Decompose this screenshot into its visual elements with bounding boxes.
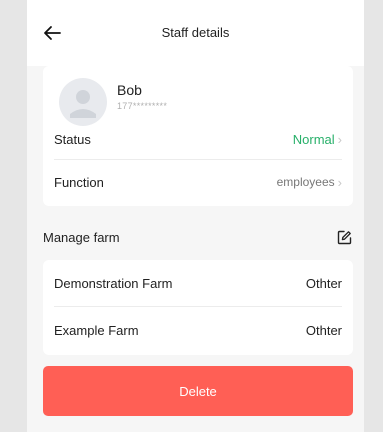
farm-row[interactable]: Example Farm Othter xyxy=(54,307,342,354)
manage-farm-title: Manage farm xyxy=(43,229,120,245)
function-value: employees xyxy=(276,175,335,189)
profile: Bob 177********* xyxy=(43,66,353,126)
status-label: Status xyxy=(54,132,91,147)
manage-farm-header: Manage farm xyxy=(43,228,353,246)
avatar xyxy=(59,78,107,126)
edit-farm-button[interactable] xyxy=(335,228,353,246)
farm-name: Demonstration Farm xyxy=(54,275,173,291)
farm-role: Othter xyxy=(305,323,342,338)
user-avatar-icon xyxy=(70,90,96,118)
page-title: Staff details xyxy=(161,25,230,40)
delete-button[interactable]: Delete xyxy=(43,366,353,416)
status-value: Normal xyxy=(292,132,335,147)
status-row[interactable]: Status Normal › xyxy=(54,120,342,160)
user-name: Bob xyxy=(117,82,142,98)
chevron-right-icon: › xyxy=(337,174,342,190)
function-row[interactable]: Function employees › xyxy=(43,160,353,204)
farm-role: Othter xyxy=(305,275,342,291)
farm-row[interactable]: Demonstration Farm Othter xyxy=(54,260,342,307)
chevron-right-icon: › xyxy=(337,132,342,147)
farm-list-card: Demonstration Farm Othter Example Farm O… xyxy=(43,260,353,355)
phone-screen: Staff details Bob 177********* Status No… xyxy=(27,0,364,432)
edit-icon xyxy=(337,230,351,244)
staff-info-card: Bob 177********* Status Normal › Functio… xyxy=(43,66,353,206)
user-phone: 177********* xyxy=(117,101,168,111)
header: Staff details xyxy=(27,0,364,66)
function-label: Function xyxy=(54,174,104,190)
farm-name: Example Farm xyxy=(54,323,139,338)
